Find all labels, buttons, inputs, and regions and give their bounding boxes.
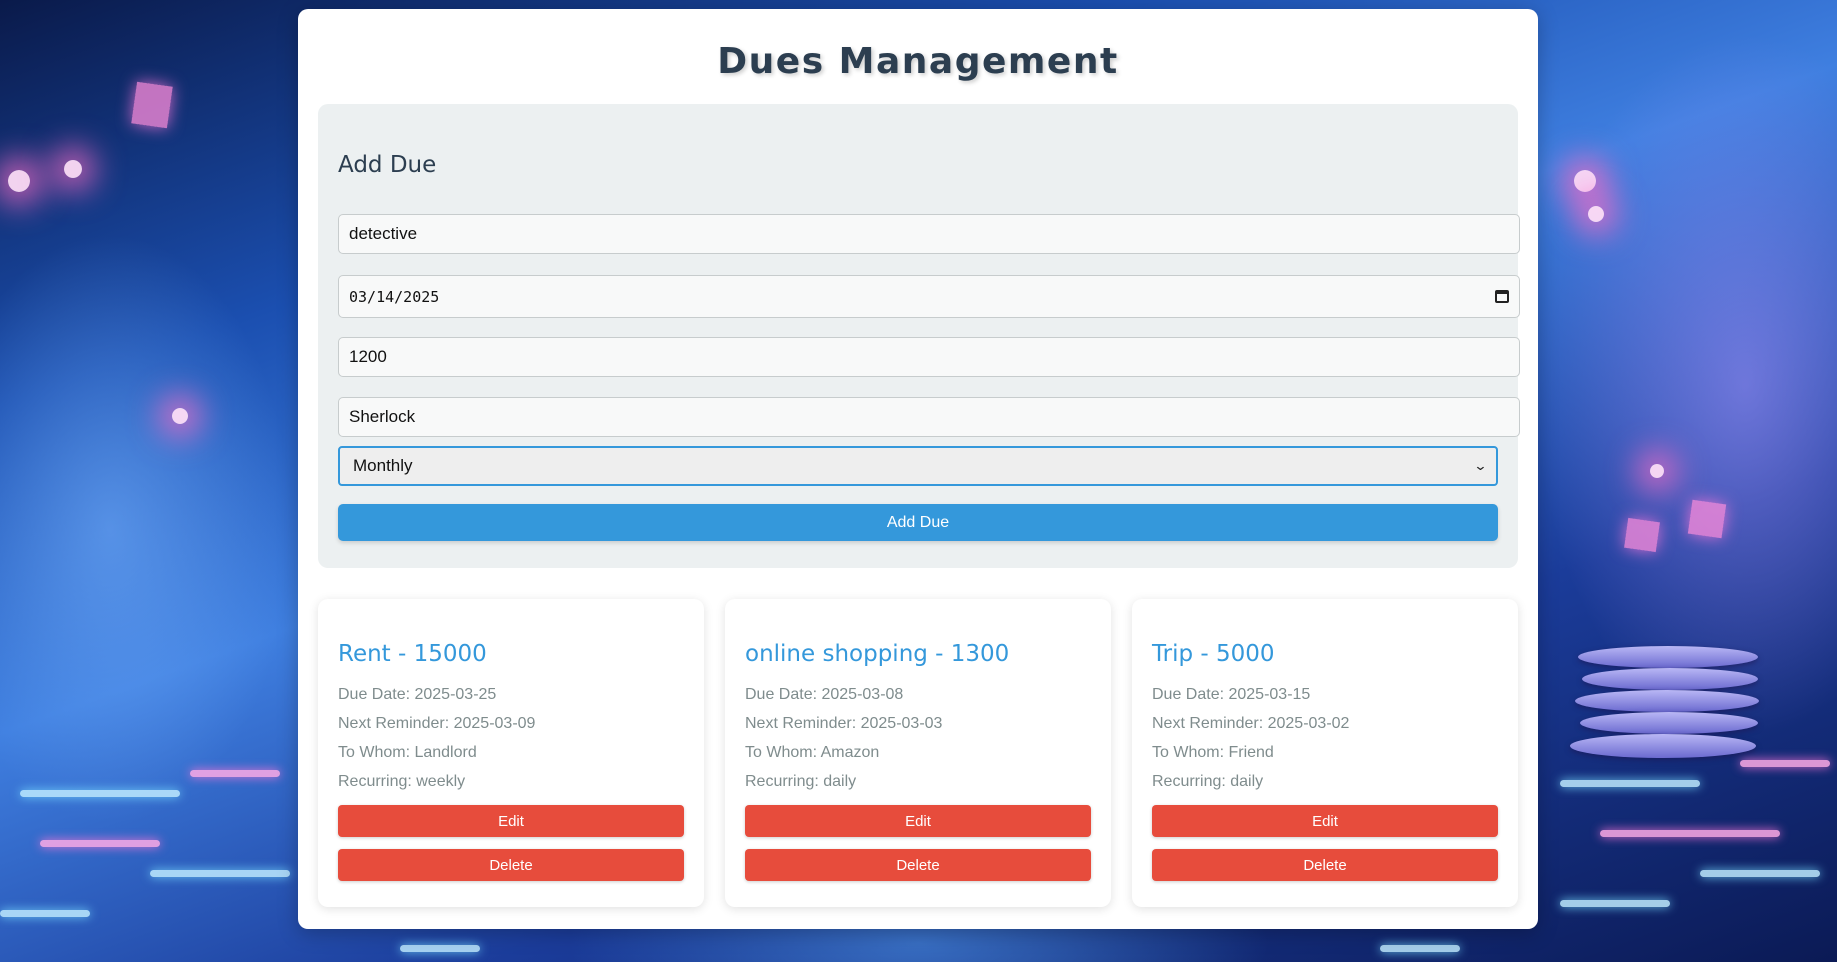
recurring: Recurring: weekly — [338, 773, 466, 790]
due-date: Due Date: 2025-03-15 — [1152, 686, 1311, 703]
next-reminder: Next Reminder: 2025-03-02 — [1152, 715, 1350, 732]
edit-button[interactable]: Edit — [338, 805, 684, 837]
add-due-button[interactable]: Add Due — [338, 504, 1498, 541]
to-whom-input[interactable]: Sherlock — [338, 397, 1520, 437]
due-date: Due Date: 2025-03-08 — [745, 686, 904, 703]
edit-button[interactable]: Edit — [745, 805, 1091, 837]
edit-button[interactable]: Edit — [1152, 805, 1498, 837]
due-title: Rent - 15000 — [338, 641, 487, 667]
chevron-down-icon: ⌄ — [1473, 458, 1488, 473]
recurring: Recurring: daily — [745, 773, 857, 790]
amount-input[interactable]: 1200 — [338, 337, 1520, 377]
due-card: Trip - 5000 Due Date: 2025-03-15 Next Re… — [1132, 599, 1518, 907]
due-date-input[interactable]: 03/14/2025 — [338, 275, 1520, 318]
due-date-value: 03/14/2025 — [349, 287, 440, 306]
add-due-form: Add Due detective 03/14/2025 1200 Sherlo… — [318, 104, 1520, 568]
delete-button[interactable]: Delete — [1152, 849, 1498, 881]
next-reminder: Next Reminder: 2025-03-03 — [745, 715, 943, 732]
dues-app-container: Dues Management Add Due detective 03/14/… — [298, 9, 1538, 929]
form-heading: Add Due — [338, 152, 437, 178]
to-whom: To Whom: Landlord — [338, 744, 477, 761]
to-whom-value: Sherlock — [349, 407, 416, 426]
recurring: Recurring: daily — [1152, 773, 1264, 790]
recurring-selected-value: Monthly — [353, 456, 413, 475]
next-reminder: Next Reminder: 2025-03-09 — [338, 715, 536, 732]
due-card: Rent - 15000 Due Date: 2025-03-25 Next R… — [318, 599, 704, 907]
due-title: online shopping - 1300 — [745, 641, 1010, 667]
to-whom: To Whom: Amazon — [745, 744, 880, 761]
amount-value: 1200 — [349, 347, 387, 366]
calendar-icon[interactable] — [1495, 290, 1509, 303]
page-title: Dues Management — [717, 41, 1119, 82]
due-title: Trip - 5000 — [1152, 641, 1275, 667]
to-whom: To Whom: Friend — [1152, 744, 1274, 761]
due-name-input[interactable]: detective — [338, 214, 1520, 254]
recurring-select[interactable]: Monthly ⌄ — [338, 446, 1498, 486]
delete-button[interactable]: Delete — [745, 849, 1091, 881]
delete-button[interactable]: Delete — [338, 849, 684, 881]
due-date: Due Date: 2025-03-25 — [338, 686, 497, 703]
due-name-value: detective — [349, 224, 418, 243]
due-card: online shopping - 1300 Due Date: 2025-03… — [725, 599, 1111, 907]
